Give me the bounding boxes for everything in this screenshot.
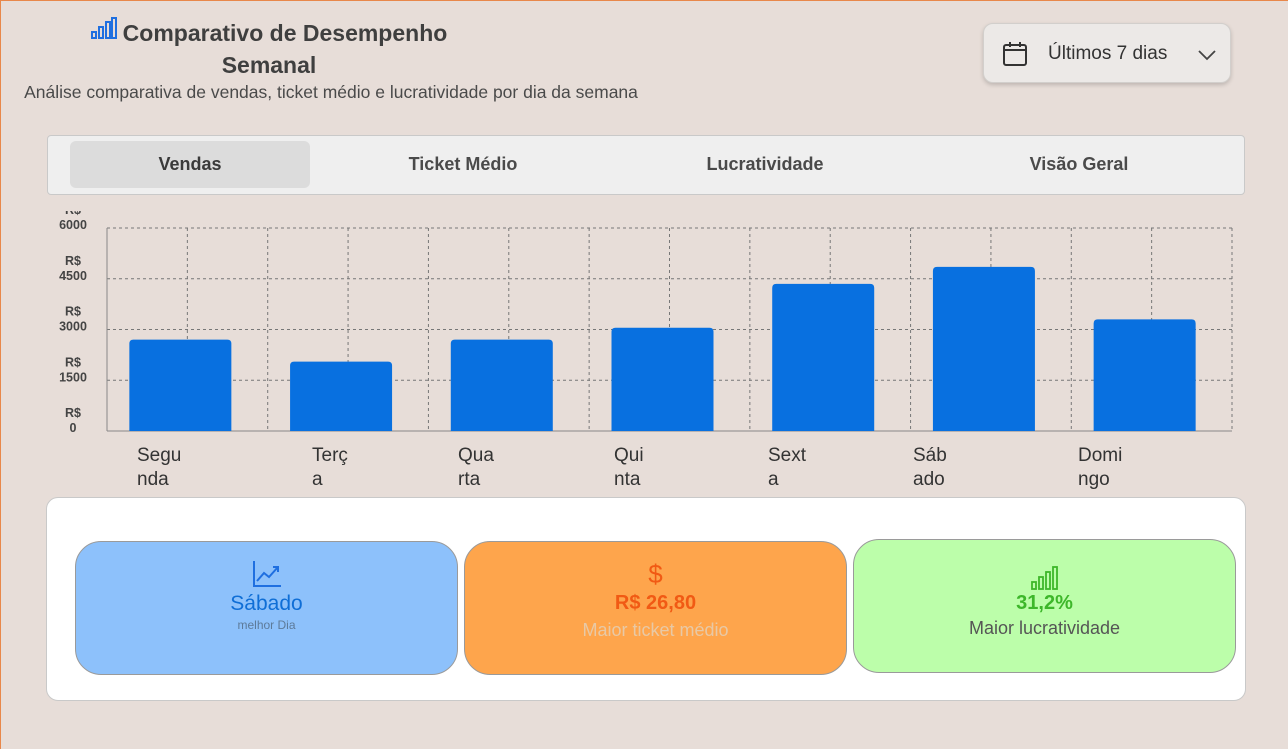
- bar-terça: [290, 361, 393, 431]
- trending-up-icon: [76, 560, 457, 588]
- dollar-icon: $: [465, 560, 846, 588]
- bar-quinta: [611, 327, 714, 431]
- x-tick-label: Qua rta: [458, 445, 494, 490]
- y-tick-label: R$6000: [59, 211, 87, 232]
- period-selector-label: Últimos 7 dias: [1048, 43, 1168, 64]
- x-tick-label: Terç a: [312, 445, 348, 490]
- ticket-card: $ R$ 26,80 Maior ticket médio: [464, 541, 847, 675]
- dollar-icon-glyph: $: [648, 559, 663, 589]
- y-tick-label: R$ 4500: [59, 254, 87, 283]
- page-title: Comparativo de Desempenho Semanal: [79, 16, 459, 80]
- tab-vendas[interactable]: Vendas: [70, 141, 310, 188]
- x-tick-label: Qui nta: [614, 445, 644, 490]
- ticket-value: R$ 26,80: [614, 592, 697, 614]
- bar-segunda: [129, 339, 232, 431]
- page-title-text: Comparativo de Desempenho Semanal: [122, 20, 448, 78]
- ticket-label: Maior ticket médio: [582, 620, 729, 640]
- bar-sábado: [932, 266, 1035, 431]
- period-selector[interactable]: Últimos 7 dias: [983, 23, 1231, 83]
- tab-ticket-medio[interactable]: Ticket Médio: [348, 141, 578, 188]
- y-tick-label: R$ 0: [65, 406, 81, 435]
- best-day-card: Sábado melhor Dia: [75, 541, 458, 675]
- calendar-icon: [1002, 41, 1028, 72]
- bar-domingo: [1093, 319, 1196, 431]
- x-tick-label: Domi ngo: [1078, 445, 1122, 490]
- bar-chart-icon: [854, 566, 1235, 590]
- x-tick-label: Segu nda: [137, 445, 181, 490]
- x-tick-label: Sáb ado: [913, 445, 947, 490]
- sales-bar-chart: R$0 R$1500 R$3000 R$4500 R$6000 Segunda Terça Q…: [59, 211, 1233, 490]
- best-day-label: melhor Dia: [237, 618, 296, 632]
- profit-card: 31,2% Maior lucratividade: [853, 539, 1236, 673]
- summary-panel: Sábado melhor Dia $ R$ 26,80 Maior ticke…: [46, 497, 1246, 701]
- bar-chart-icon: [90, 16, 117, 46]
- best-day-value: Sábado: [230, 592, 303, 615]
- chevron-down-icon: [1198, 48, 1216, 66]
- profit-value: 31,2%: [1016, 592, 1073, 614]
- bar-quarta: [450, 339, 553, 431]
- x-tick-label: Sext a: [768, 445, 807, 490]
- bar-sexta: [772, 283, 875, 431]
- profit-label: Maior lucratividade: [968, 618, 1121, 638]
- y-tick-label: R$ 3000: [59, 305, 87, 334]
- tab-lucratividade[interactable]: Lucratividade: [650, 141, 880, 188]
- page-subtitle: Análise comparativa de vendas, ticket mé…: [24, 82, 638, 102]
- tab-visao-geral[interactable]: Visão Geral: [964, 141, 1194, 188]
- y-tick-label: R$ 1500: [59, 355, 87, 384]
- tab-bar: Vendas Ticket Médio Lucratividade Visão …: [47, 135, 1245, 195]
